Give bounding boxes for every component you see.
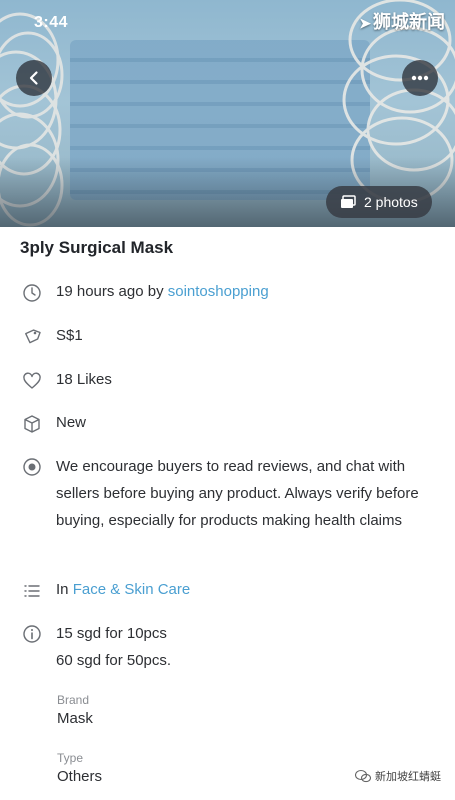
watermark-bottom: 新加坡红蜻蜓 xyxy=(355,768,441,784)
seller-link[interactable]: sointoshopping xyxy=(168,283,269,300)
status-bar-time: 3:44 xyxy=(34,14,69,31)
photos-count-label: 2 photos xyxy=(364,194,418,210)
posted-row: 19 hours ago by sointoshopping xyxy=(22,282,269,303)
safety-badge-icon xyxy=(23,458,41,476)
type-label: Type xyxy=(57,751,84,765)
info-icon xyxy=(23,625,41,643)
condition-text: New xyxy=(56,414,87,431)
brand-value: Mask xyxy=(57,710,93,727)
category-row: In Face & Skin Care xyxy=(22,580,190,601)
category-prefix: In xyxy=(56,581,69,598)
safety-notice-text: We encourage buyers to read reviews, and… xyxy=(56,458,419,529)
type-value: Others xyxy=(57,768,103,785)
more-options-button[interactable] xyxy=(402,60,438,96)
listing-title: 3ply Surgical Mask xyxy=(20,238,174,257)
photos-count-button[interactable]: 2 photos xyxy=(326,186,432,218)
clock-icon xyxy=(23,284,41,302)
watermark-arrow-icon: ➤ xyxy=(359,15,371,31)
description-line-2: 60 sgd for 50pcs. xyxy=(56,652,172,669)
description-line-1: 15 sgd for 10pcs xyxy=(56,625,167,642)
watermark-top-text: 狮城新闻 xyxy=(373,12,445,32)
list-icon xyxy=(24,585,40,597)
price-row: S$1 xyxy=(22,326,83,347)
back-arrow-icon xyxy=(29,71,38,85)
likes-row[interactable]: 18 Likes xyxy=(22,370,112,391)
watermark-bottom-text: 新加坡红蜻蜓 xyxy=(375,771,441,783)
brand-label: Brand xyxy=(57,693,90,707)
condition-row: New xyxy=(22,413,86,434)
description-row: 15 sgd for 10pcs 60 sgd for 50pcs. xyxy=(22,620,171,674)
gallery-icon xyxy=(341,195,356,208)
posted-time-text: 19 hours ago by xyxy=(56,283,164,300)
price-tag-icon xyxy=(25,329,41,344)
price-text: S$1 xyxy=(56,327,83,344)
safety-notice-row: We encourage buyers to read reviews, and… xyxy=(22,453,432,534)
watermark-top: ➤ 狮城新闻 xyxy=(359,8,445,34)
category-link[interactable]: Face & Skin Care xyxy=(73,581,191,598)
back-button[interactable] xyxy=(16,60,52,96)
box-icon xyxy=(24,415,40,433)
more-dots-icon xyxy=(411,75,429,81)
wechat-icon xyxy=(355,769,371,783)
heart-icon xyxy=(23,372,41,389)
likes-link[interactable]: 18 Likes xyxy=(56,370,112,390)
